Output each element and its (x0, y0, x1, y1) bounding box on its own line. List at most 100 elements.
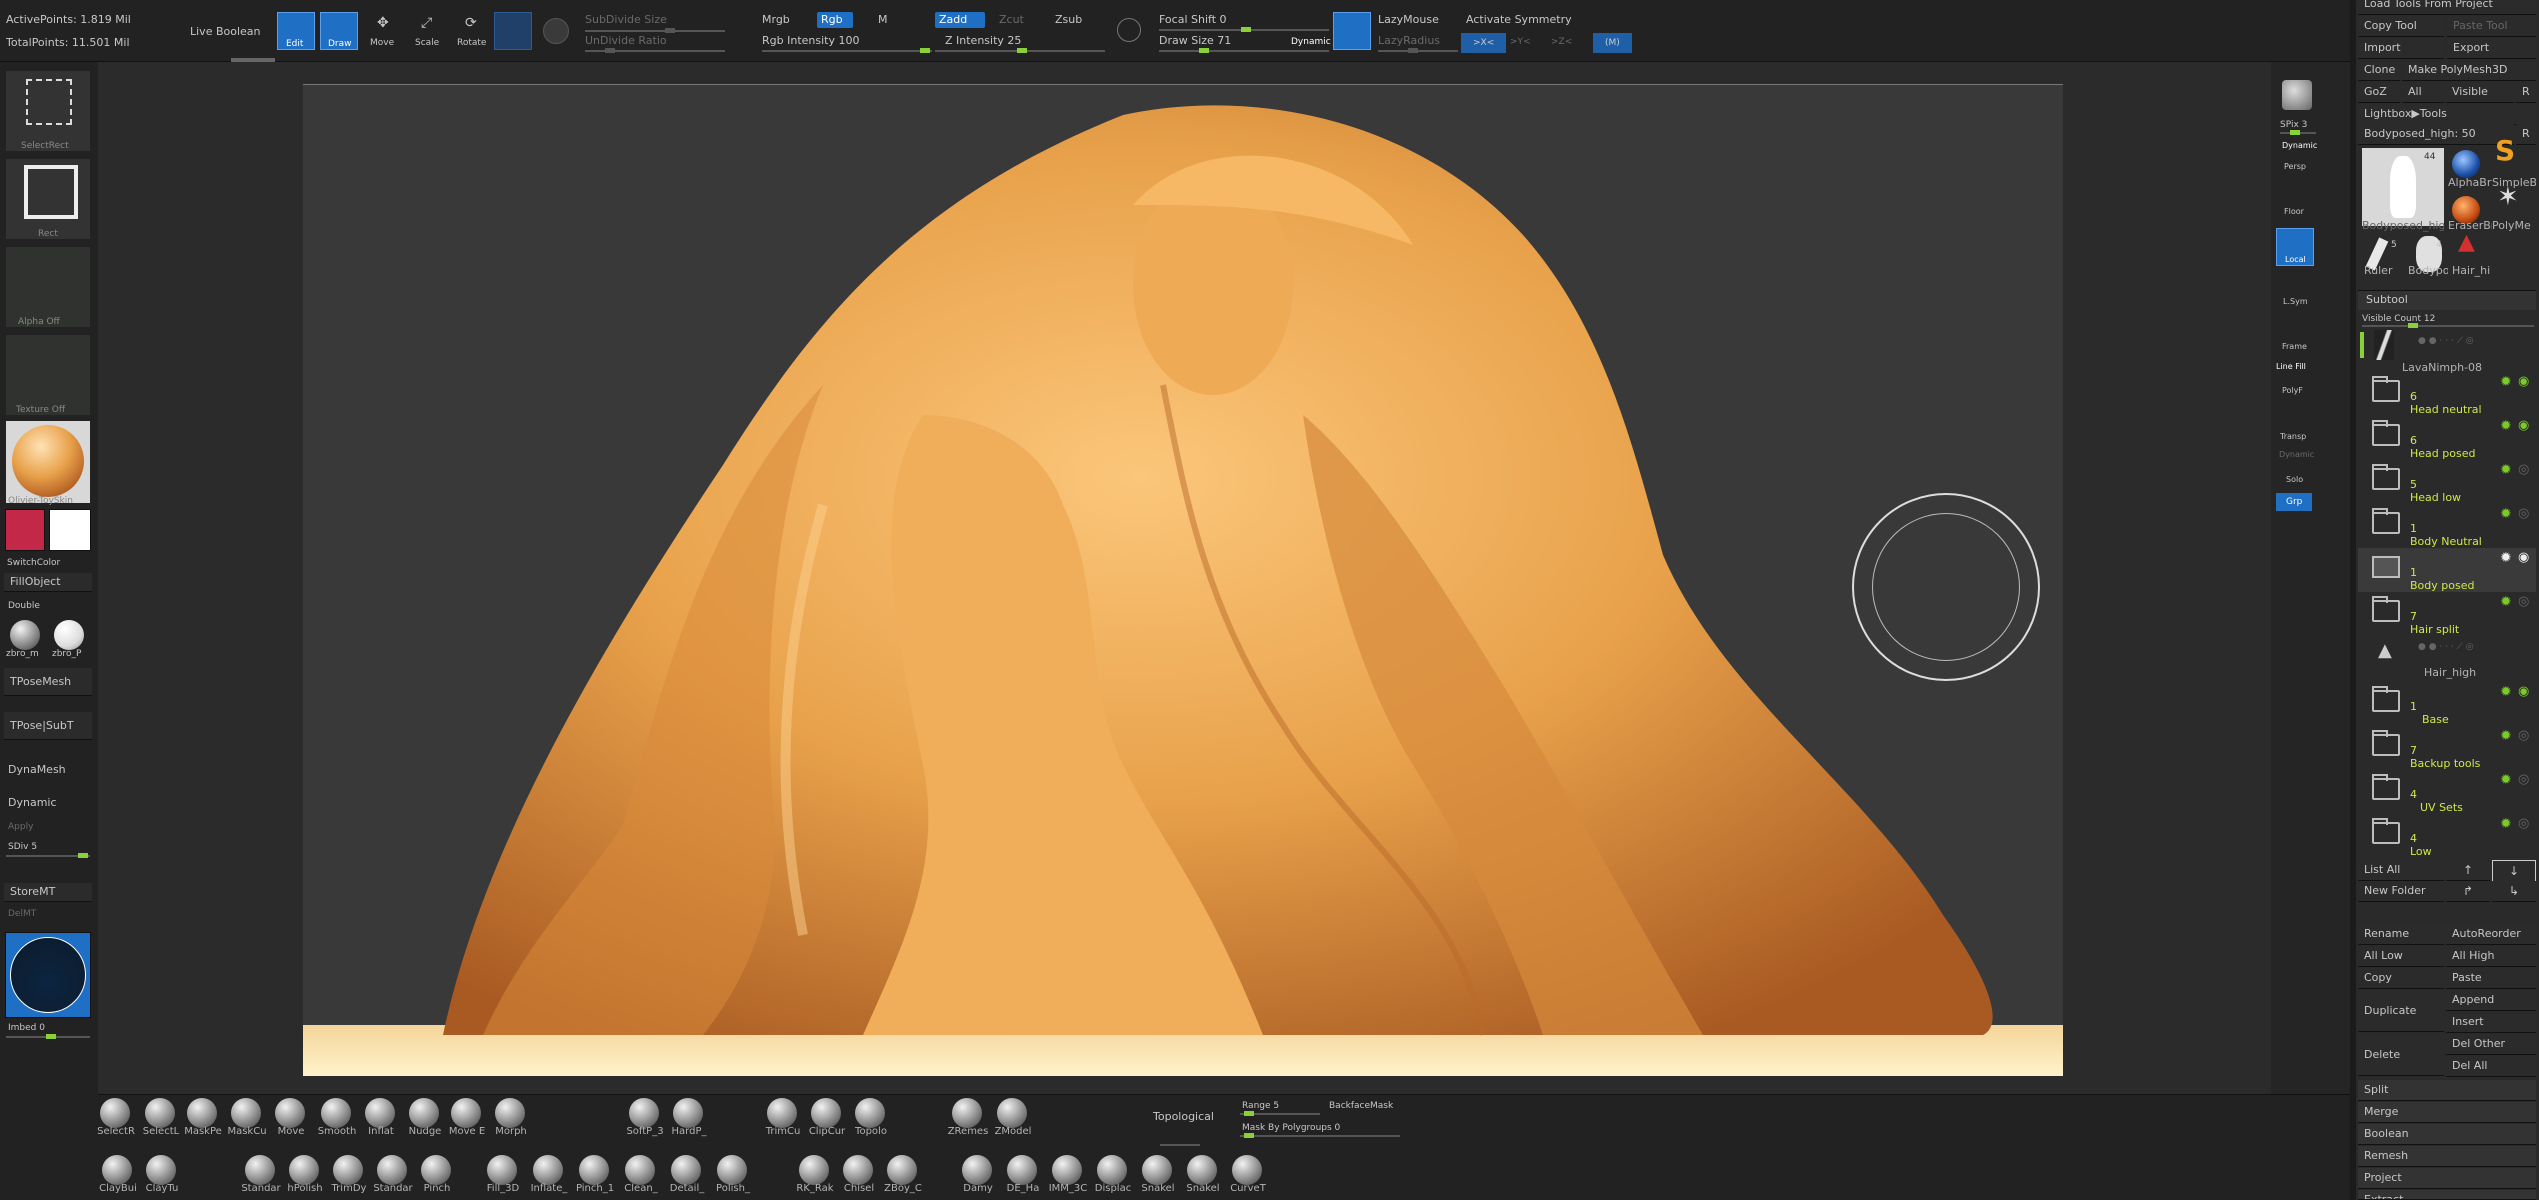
brush-row2-item-10[interactable]: Clean_ (618, 1155, 664, 1195)
extract-section[interactable]: Extract (2358, 1190, 2536, 1200)
brush-row1-item-16[interactable]: ZModel (990, 1098, 1036, 1138)
subtool-7-toggles[interactable]: ● ● · · · ⟋ ◎ (2418, 642, 2532, 654)
goz-button[interactable]: GoZ (2358, 82, 2400, 103)
document-canvas[interactable] (303, 84, 2063, 1076)
alpha-slot[interactable]: Alpha Off (5, 246, 91, 328)
imbed-slider[interactable]: Imbed 0 (8, 1021, 45, 1035)
transp-button[interactable]: Transp (2280, 430, 2306, 444)
rect-slot[interactable]: Rect (5, 158, 91, 240)
gear-icon[interactable]: ✹ (2500, 816, 2512, 832)
eye-icon[interactable]: ◎ (2518, 772, 2529, 787)
make-polymesh-button[interactable]: Make PolyMesh3D (2402, 60, 2536, 81)
gear-icon[interactable]: ✹ (2500, 550, 2512, 566)
gear-icon[interactable]: ✹ (2500, 506, 2512, 522)
merge-section[interactable]: Merge (2358, 1102, 2536, 1123)
goz-visible-button[interactable]: Visible (2446, 82, 2514, 103)
brush-row2-item-20[interactable]: Snakel (1135, 1155, 1181, 1195)
backface-mask-button[interactable]: BackfaceMask (1329, 1099, 1393, 1113)
brush-row1-item-0[interactable]: SelectR (93, 1098, 139, 1138)
paste-button[interactable]: Paste (2446, 968, 2536, 989)
rename-button[interactable]: Rename (2358, 924, 2444, 945)
brush-row2-item-18[interactable]: IMM_3C (1045, 1155, 1091, 1195)
all-low-button[interactable]: All Low (2358, 946, 2444, 967)
dynamic-subdiv-icon[interactable] (543, 18, 569, 44)
apply-button[interactable]: Apply (8, 820, 33, 834)
brush-row1-item-15[interactable]: ZRemes (945, 1098, 991, 1138)
gear-icon[interactable]: ✹ (2500, 728, 2512, 744)
double-button[interactable]: Double (8, 599, 40, 613)
split-section[interactable]: Split (2358, 1080, 2536, 1101)
z-intensity-slider[interactable]: Z Intensity 25 (945, 34, 1021, 48)
auto-reorder-button[interactable]: AutoReorder (2446, 924, 2536, 945)
navigation-sphere[interactable] (5, 932, 91, 1018)
edit-button[interactable]: Edit (277, 12, 315, 50)
subdivide-size-slider[interactable]: SubDivide Size (585, 13, 667, 27)
sym-m-button[interactable]: (M) (1593, 33, 1632, 53)
brush-row2-item-15[interactable]: ZBoy_C (880, 1155, 926, 1195)
eye-icon[interactable]: ◎ (2518, 506, 2529, 521)
goz-r-button[interactable]: R (2516, 82, 2536, 103)
grp-button[interactable]: Grp (2276, 493, 2313, 511)
draw-button[interactable]: Draw (320, 12, 358, 50)
secondary-color-swatch[interactable] (49, 509, 91, 551)
export-button[interactable]: Export (2447, 38, 2536, 59)
persp-button[interactable]: Persp (2284, 160, 2306, 174)
current-tool-slider[interactable]: Bodyposed_high: 50 (2358, 124, 2514, 145)
brush-row2-item-6[interactable]: Pinch (414, 1155, 460, 1195)
brush-row2-item-8[interactable]: Inflate_ (526, 1155, 572, 1195)
gear-icon[interactable]: ✹ (2500, 374, 2512, 390)
solo-button[interactable]: Solo (2286, 473, 2303, 487)
sym-z-button[interactable]: >Z< (1551, 35, 1572, 49)
brush-row1-item-3[interactable]: MaskCu (224, 1098, 270, 1138)
undivide-ratio-slider[interactable]: UnDivide Ratio (585, 34, 667, 48)
local-button[interactable]: Local (2276, 228, 2314, 266)
clone-button[interactable]: Clone (2358, 60, 2400, 81)
texture-slot[interactable]: Texture Off (5, 334, 91, 416)
move-down-folder-button[interactable]: ↳ (2492, 881, 2536, 902)
brush-row2-item-1[interactable]: ClayTu (139, 1155, 185, 1195)
brush-row2-item-0[interactable]: ClayBui (95, 1155, 141, 1195)
subtool-0-toggles[interactable]: ● ● · · · ⟋ ◎ (2418, 336, 2532, 348)
brush-row2-item-17[interactable]: DE_Ha (1000, 1155, 1046, 1195)
tpose-mesh-button[interactable]: TPoseMesh (4, 668, 92, 696)
bpr-icon[interactable] (2282, 80, 2312, 110)
lightbox-tools-button[interactable]: Lightbox▶Tools (2358, 104, 2536, 125)
mask-by-polygroups-slider[interactable]: Mask By Polygroups 0 (1242, 1121, 1340, 1135)
lazymouse-icon[interactable] (1333, 12, 1371, 50)
lazyradius-slider[interactable]: LazyRadius (1378, 34, 1440, 48)
m-button[interactable]: M (878, 13, 888, 27)
sym-x-button[interactable]: >X< (1461, 33, 1507, 53)
load-tools-from-project-button[interactable]: Load Tools From Project (2358, 0, 2536, 15)
eye-icon[interactable]: ◉ (2518, 374, 2529, 389)
brush-row2-item-9[interactable]: Pinch_1 (572, 1155, 618, 1195)
delete-button[interactable]: Delete (2358, 1034, 2444, 1076)
brush-row2-item-11[interactable]: Detail_ (664, 1155, 710, 1195)
delmt-button[interactable]: DelMT (8, 907, 36, 921)
topological-button[interactable]: Topological (1153, 1110, 1214, 1124)
del-other-button[interactable]: Del Other (2446, 1034, 2536, 1055)
paste-tool-button[interactable]: Paste Tool (2447, 16, 2536, 37)
brush-row2-item-14[interactable]: Chisel (836, 1155, 882, 1195)
brush-row1-item-6[interactable]: Inflat (358, 1098, 404, 1138)
append-button[interactable]: Append (2446, 990, 2536, 1011)
activate-symmetry-button[interactable]: Activate Symmetry (1466, 13, 1572, 27)
gear-icon[interactable]: ✹ (2500, 418, 2512, 434)
remesh-section[interactable]: Remesh (2358, 1146, 2536, 1167)
brush-row2-item-22[interactable]: CurveT (1225, 1155, 1271, 1195)
brush-row1-item-1[interactable]: SelectL (138, 1098, 184, 1138)
dynamic-size-toggle[interactable]: Dynamic (1291, 35, 1331, 49)
project-section[interactable]: Project (2358, 1168, 2536, 1189)
tpose-subt-button[interactable]: TPose|SubT (4, 712, 92, 740)
brush-row2-item-21[interactable]: Snakel (1180, 1155, 1226, 1195)
frame-button[interactable]: Frame (2282, 340, 2307, 354)
material2-sphere-icon[interactable] (54, 620, 84, 650)
copy-tool-button[interactable]: Copy Tool (2358, 16, 2444, 37)
insert-button[interactable]: Insert (2446, 1012, 2536, 1033)
dynamic-persp-toggle[interactable]: Dynamic (2282, 139, 2317, 153)
eye-icon[interactable]: ◉ (2518, 550, 2529, 565)
focal-shift-slider[interactable]: Focal Shift 0 (1159, 13, 1227, 27)
gear-icon[interactable]: ✹ (2500, 594, 2512, 610)
brush-row1-item-11[interactable]: HardP_ (666, 1098, 712, 1138)
brush-row1-item-8[interactable]: Move E (444, 1098, 490, 1138)
material1-sphere-icon[interactable] (10, 620, 40, 650)
